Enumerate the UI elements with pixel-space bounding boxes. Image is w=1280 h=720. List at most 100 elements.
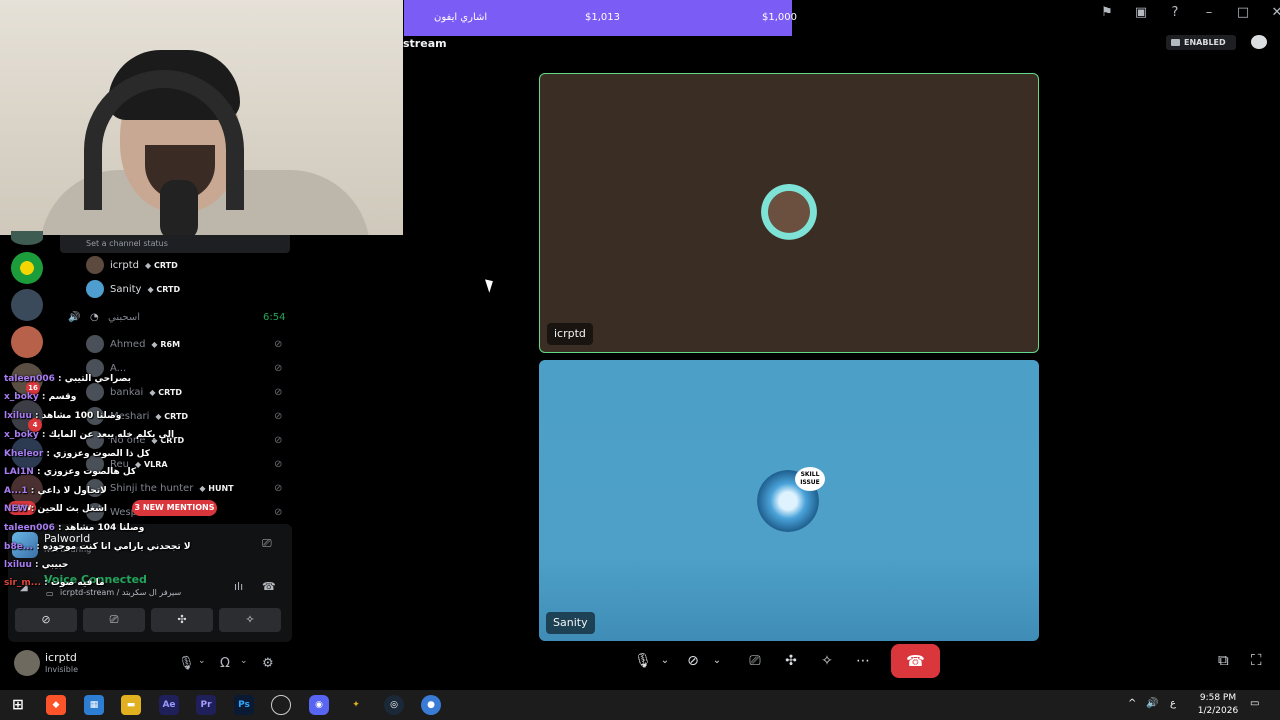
chat-message: LAI1N : كل هالصوت وعزوزي [4, 467, 137, 477]
pop-out-icon[interactable]: ⧉ [1218, 651, 1229, 669]
share-screen-icon[interactable]: ⎚ [742, 648, 768, 674]
chat-text: وقسم [48, 392, 77, 402]
chat-message: taleen006 : بصراحي التيبي [4, 374, 131, 384]
clan-tag: CRTD [145, 261, 178, 270]
voice-user[interactable]: Sanity CRTD [86, 279, 180, 299]
voice-user-name: Sanity [110, 283, 142, 295]
avatar [86, 256, 104, 274]
headphones-icon[interactable]: Ω [220, 656, 230, 671]
clan-tag: CRTD [147, 285, 180, 294]
chat-user: lxiluu [4, 411, 32, 421]
chat-text: الي يكلم خله يبعد عن المايك [48, 430, 175, 440]
stream-settings-icon[interactable]: ⎚ [262, 536, 272, 551]
deafened-icon: ⊘ [274, 482, 283, 494]
discord-icon[interactable]: ◉ [309, 695, 329, 715]
activities-icon[interactable]: ✣ [778, 648, 804, 674]
windows-start-icon[interactable]: ⊞ [8, 695, 28, 715]
clock-icon: ◔ [90, 312, 99, 323]
donation-goal: $1,000 [762, 12, 797, 23]
photoshop-icon[interactable]: Ps [234, 695, 254, 715]
chat-user: NEW [4, 504, 28, 514]
deafened-icon: ⊘ [274, 362, 283, 374]
enabled-badge[interactable]: ENABLED [1166, 35, 1236, 50]
soundboard-icon: ✧ [245, 613, 255, 626]
chat-user: b8e... [4, 542, 34, 552]
fullscreen-icon[interactable]: ⛶ [1251, 651, 1262, 669]
chat-text: وصلنا 104 مشاهد [64, 523, 145, 533]
language-indicator[interactable]: ع [1170, 698, 1176, 709]
user-name[interactable]: icrptd [45, 651, 77, 664]
share-screen-button[interactable]: ⎚ [83, 608, 145, 632]
chat-user: LAI1N [4, 467, 34, 477]
voice-channel-item[interactable]: 🔊 ◔ اسحبني 6:54 [68, 312, 288, 330]
server-icon[interactable] [11, 252, 43, 284]
voice-user[interactable]: Ahmed R6M ⊘ [86, 334, 282, 354]
activities-icon: ✣ [177, 613, 187, 626]
voice-user-name: icrptd [110, 259, 140, 271]
camera-off-icon[interactable]: ⊘ [680, 648, 706, 674]
avatar[interactable] [14, 650, 40, 676]
taskbar-time[interactable]: 9:58 PM [1196, 693, 1240, 703]
participant-tile-sanity[interactable]: SKILL ISSUE Sanity [539, 360, 1039, 641]
server-icon[interactable] [11, 289, 43, 321]
participant-avatar [758, 184, 820, 246]
flag-icon[interactable]: ⚑ [1090, 4, 1124, 22]
call-controls: 🎙 ⌄ ⊘ ⌄ ⎚ ✣ ✧ ⋯ ☎ [630, 644, 940, 678]
chat-text: لا تجحدني يارامي انا كنت موجوده [42, 542, 191, 552]
participant-tile-icrptd[interactable]: icrptd [539, 73, 1039, 353]
premiere-icon[interactable]: Pr [196, 695, 216, 715]
file-explorer-icon[interactable]: ▬ [121, 695, 141, 715]
more-icon[interactable]: ⋯ [850, 648, 876, 674]
deafened-icon: ⊘ [274, 386, 283, 398]
obs-icon[interactable] [271, 695, 291, 715]
chevron-down-icon[interactable]: ⌄ [240, 656, 248, 666]
chat-text: كل هالصوت وعزوزي [43, 467, 137, 477]
inbox-icon[interactable]: ▣ [1124, 4, 1158, 22]
gear-icon[interactable]: ⚙ [262, 656, 274, 671]
store-icon[interactable]: ▦ [84, 695, 104, 715]
disconnect-button[interactable]: ☎ [891, 644, 940, 678]
taskbar-date[interactable]: 1/2/2026 [1196, 706, 1240, 716]
activities-button[interactable]: ✣ [151, 608, 213, 632]
chat-message: NEW : اشغل بث للحين [4, 504, 108, 514]
app-icon[interactable]: ● [421, 695, 441, 715]
soundboard-icon[interactable]: ✧ [814, 648, 840, 674]
chevron-down-icon[interactable]: ⌄ [704, 648, 730, 674]
noise-suppression-icon[interactable]: ılı [234, 580, 243, 593]
after-effects-icon[interactable]: Ae [159, 695, 179, 715]
chevron-down-icon[interactable]: ⌄ [652, 648, 678, 674]
donation-label: اشاري ايفون [434, 12, 488, 23]
chat-user: sir_m... [4, 578, 42, 588]
chat-message: Kheleor : كل ذا الصوت وعزوزي [4, 449, 150, 459]
maximize-icon[interactable]: □ [1226, 4, 1260, 22]
chevron-up-icon[interactable]: ^ [1128, 698, 1136, 709]
app-icon[interactable]: ✦ [346, 695, 366, 715]
server-icon[interactable] [11, 231, 43, 245]
microphone-icon[interactable]: 🎙 [178, 656, 195, 671]
chat-bubble-icon[interactable] [1251, 35, 1267, 49]
chat-message: x_boky : الي يكلم خله يبعد عن المايك [4, 430, 175, 440]
deafened-icon: ⊘ [274, 506, 283, 518]
title-bar-icons: ⚑ ▣ ? – □ ✕ [1090, 4, 1280, 22]
participant-name: icrptd [547, 323, 593, 345]
brave-icon[interactable]: ◆ [46, 695, 66, 715]
channel-status-input[interactable]: Set a channel status [60, 235, 290, 253]
speaker-icon[interactable]: 🔊 [1146, 698, 1158, 709]
help-icon[interactable]: ? [1158, 4, 1192, 22]
voice-user[interactable]: icrptd CRTD [86, 255, 178, 275]
camera-off-icon: ⊘ [41, 613, 51, 626]
server-icon[interactable] [11, 326, 43, 358]
chat-message: b8e... : لا تجحدني يارامي انا كنت موجوده [4, 542, 191, 552]
steam-icon[interactable]: ◎ [384, 695, 404, 715]
chevron-down-icon[interactable]: ⌄ [198, 656, 206, 666]
camera-button[interactable]: ⊘ [15, 608, 77, 632]
clan-tag: HUNT [199, 484, 233, 493]
notification-icon[interactable]: ▭ [1250, 698, 1259, 709]
close-icon[interactable]: ✕ [1260, 4, 1280, 22]
chat-text: بصراحي التيبي [64, 374, 131, 384]
disconnect-icon[interactable]: ☎ [262, 580, 276, 593]
minimize-icon[interactable]: – [1192, 4, 1226, 22]
deafened-icon: ⊘ [274, 458, 283, 470]
chat-text: وصلنا 100 مشاهد [41, 411, 122, 421]
soundboard-button[interactable]: ✧ [219, 608, 281, 632]
